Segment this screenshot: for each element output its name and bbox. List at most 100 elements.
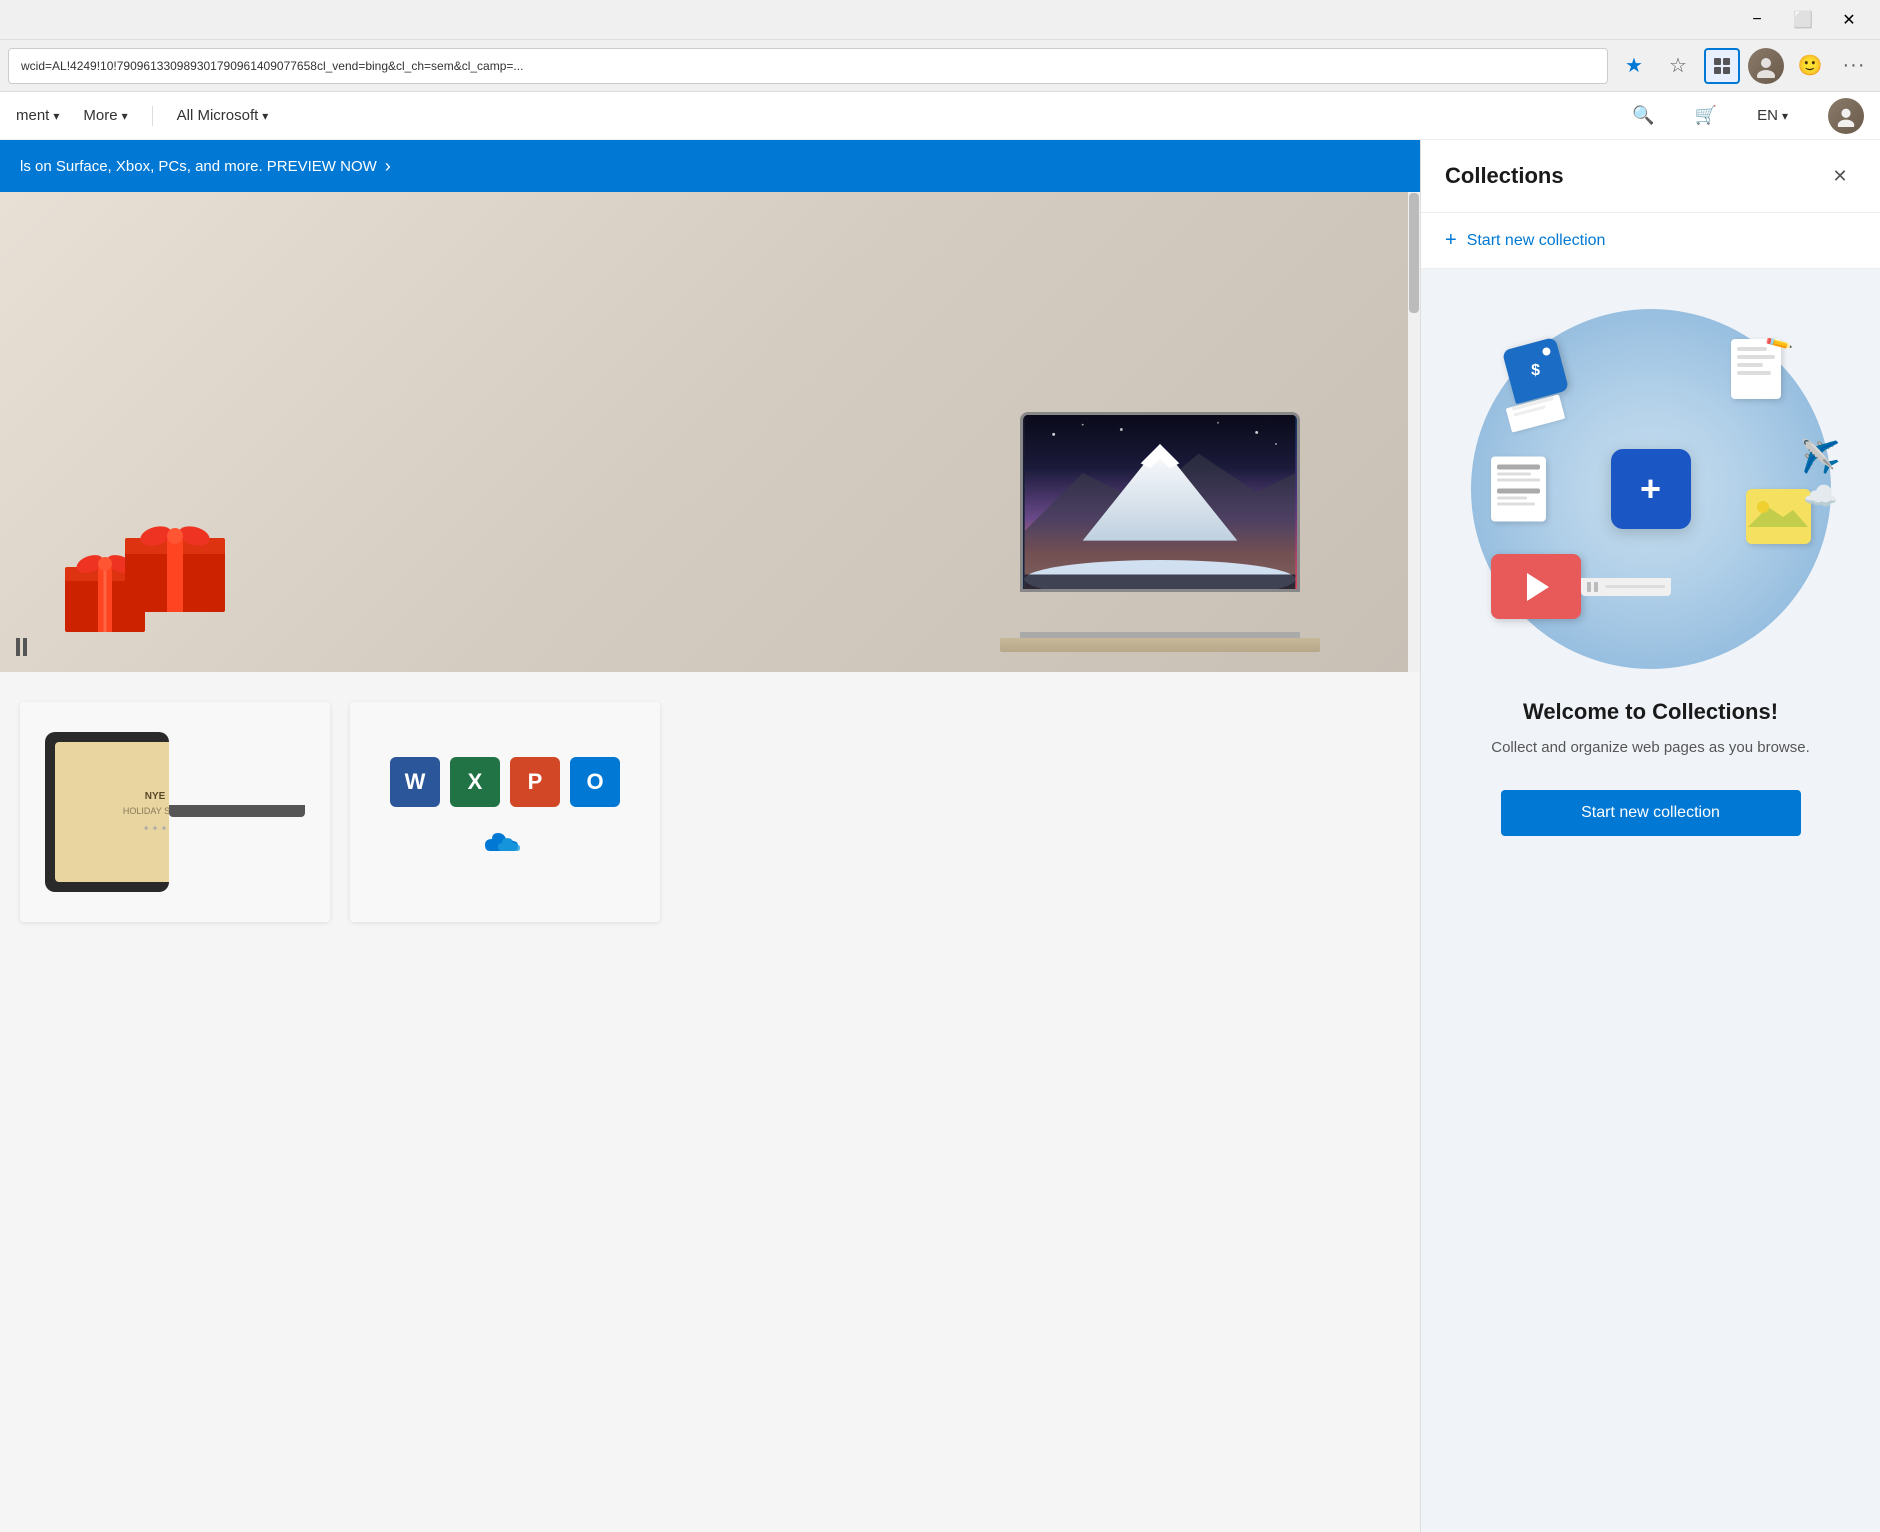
product-cards-row: NYE HOLIDAY SALE ✦ ✦ ✦ W X xyxy=(0,672,1420,952)
collections-close-button[interactable]: ✕ xyxy=(1824,160,1856,192)
chevron-down-icon: ▾ xyxy=(122,109,128,123)
hero-section xyxy=(0,192,1420,672)
new-collection-label: Start new collection xyxy=(1467,232,1606,250)
tablet-device: NYE HOLIDAY SALE ✦ ✦ ✦ xyxy=(45,732,169,892)
nav-avatar[interactable] xyxy=(1828,98,1864,134)
product-card-tablet[interactable]: NYE HOLIDAY SALE ✦ ✦ ✦ xyxy=(20,702,330,922)
tablet-screen: NYE HOLIDAY SALE ✦ ✦ ✦ xyxy=(55,742,169,882)
settings-more-icon[interactable]: ··· xyxy=(1836,48,1872,84)
laptop-mountain-image xyxy=(1023,415,1297,589)
control-bar-1 xyxy=(1587,582,1591,592)
plus-icon: + xyxy=(1445,229,1457,252)
welcome-subtitle: Collect and organize web pages as you br… xyxy=(1491,737,1810,760)
doc-line-4 xyxy=(1737,371,1771,375)
price-tag-hole xyxy=(1542,346,1552,356)
tablet-illustration: NYE HOLIDAY SALE ✦ ✦ ✦ xyxy=(45,722,305,902)
laptop-illustration xyxy=(1000,412,1340,652)
price-tag-shape: $ xyxy=(1502,336,1569,403)
excel-icon: X xyxy=(450,757,500,807)
price-text: $ xyxy=(1531,361,1540,379)
profile-avatar[interactable] xyxy=(1748,48,1784,84)
start-new-collection-button[interactable]: Start new collection xyxy=(1501,790,1801,836)
scrollbar-thumb[interactable] xyxy=(1409,193,1419,313)
minimize-button[interactable]: − xyxy=(1734,4,1780,36)
nye-label: NYE xyxy=(145,791,166,802)
collections-icon[interactable] xyxy=(1704,48,1740,84)
text-block-shape xyxy=(1491,457,1546,522)
doc-line-1 xyxy=(1737,347,1767,351)
plane-icon: ✈️ xyxy=(1801,438,1841,476)
collections-title: Collections xyxy=(1445,163,1564,189)
pause-bar-1 xyxy=(16,638,20,656)
laptop-base xyxy=(1000,638,1320,652)
outlook-icon: O xyxy=(570,757,620,807)
promo-arrow-icon: › xyxy=(385,156,391,177)
address-bar-row: wcid=AL!4249!10!790961330989301790961409… xyxy=(0,40,1880,92)
collections-header: Collections ✕ xyxy=(1421,140,1880,213)
start-new-collection-row[interactable]: + Start new collection xyxy=(1421,213,1880,269)
product-card-inner-1: NYE HOLIDAY SALE ✦ ✦ ✦ xyxy=(20,702,330,922)
text-line-light-4 xyxy=(1497,503,1536,506)
chevron-down-icon: ▾ xyxy=(1782,109,1788,123)
video-play-button xyxy=(1527,573,1549,601)
decorative-stars: ✦ ✦ ✦ xyxy=(143,824,168,833)
progress-bar xyxy=(1605,585,1665,588)
holiday-label: HOLIDAY SALE xyxy=(123,806,169,816)
ill-center-plus: + xyxy=(1611,449,1691,529)
doc-line-3 xyxy=(1737,363,1764,367)
text-line-light-1 xyxy=(1497,473,1531,476)
powerpoint-icon: P xyxy=(510,757,560,807)
address-input[interactable]: wcid=AL!4249!10!790961330989301790961409… xyxy=(8,48,1608,84)
chevron-down-icon: ▾ xyxy=(262,109,268,123)
cart-icon[interactable]: 🛒 xyxy=(1695,105,1717,126)
title-bar: − ⬜ ✕ xyxy=(0,0,1880,40)
ill-plane-cloud: ✈️ ☁️ xyxy=(1801,438,1841,513)
text-line-dark-1 xyxy=(1497,465,1540,470)
ill-price-tag: $ xyxy=(1501,349,1571,419)
pause-bar-2 xyxy=(23,638,27,656)
language-selector[interactable]: EN ▾ xyxy=(1757,107,1788,124)
promo-banner[interactable]: ls on Surface, Xbox, PCs, and more. PREV… xyxy=(0,140,1420,192)
doc-line-2 xyxy=(1737,355,1775,359)
nav-all-microsoft[interactable]: All Microsoft ▾ xyxy=(177,107,269,124)
emoji-icon[interactable]: 🙂 xyxy=(1792,48,1828,84)
pause-button[interactable] xyxy=(16,638,27,656)
video-shape xyxy=(1491,554,1581,619)
close-button[interactable]: ✕ xyxy=(1826,4,1872,36)
product-card-inner-2: W X P O xyxy=(350,702,660,922)
address-text: wcid=AL!4249!10!790961330989301790961409… xyxy=(21,59,523,73)
ill-text-block xyxy=(1491,457,1546,522)
search-icon[interactable]: 🔍 xyxy=(1632,105,1654,126)
nav-management[interactable]: ment ▾ xyxy=(16,107,59,124)
chevron-down-icon: ▾ xyxy=(53,109,59,123)
collections-panel: Collections ✕ + Start new collection + $ xyxy=(1420,140,1880,1532)
office-icons-group: W X P O xyxy=(350,737,660,887)
nav-separator xyxy=(152,106,153,126)
control-bar-2 xyxy=(1594,582,1598,592)
text-line-dark-2 xyxy=(1497,489,1540,494)
main-area: ls on Surface, Xbox, PCs, and more. PREV… xyxy=(0,140,1880,1532)
maximize-button[interactable]: ⬜ xyxy=(1780,4,1826,36)
ill-video-player xyxy=(1491,554,1671,619)
collections-illustration-area: + $ xyxy=(1421,269,1880,1532)
text-line-light-2 xyxy=(1497,479,1540,482)
video-controls xyxy=(1581,578,1671,596)
promo-text: ls on Surface, Xbox, PCs, and more. PREV… xyxy=(20,158,377,175)
gift-box-small xyxy=(120,512,230,612)
welcome-title: Welcome to Collections! xyxy=(1523,699,1778,725)
cloud-icon: ☁️ xyxy=(1803,480,1838,513)
illustration-circle: + $ xyxy=(1471,309,1831,669)
scrollbar-track xyxy=(1408,192,1420,672)
laptop-screen xyxy=(1020,412,1300,592)
onedrive-icon xyxy=(478,817,533,867)
word-icon: W xyxy=(390,757,440,807)
nav-more[interactable]: More ▾ xyxy=(83,107,127,124)
text-line-light-3 xyxy=(1497,497,1527,500)
browser-content: ls on Surface, Xbox, PCs, and more. PREV… xyxy=(0,140,1420,1532)
product-card-office[interactable]: W X P O xyxy=(350,702,660,922)
favorite-icon[interactable]: ★ xyxy=(1616,48,1652,84)
ill-document: ✏️ xyxy=(1731,339,1781,399)
keyboard-base xyxy=(169,805,305,817)
reading-list-icon[interactable]: ☆ xyxy=(1660,48,1696,84)
nav-row: ment ▾ More ▾ All Microsoft ▾ 🔍 🛒 EN ▾ xyxy=(0,92,1880,140)
